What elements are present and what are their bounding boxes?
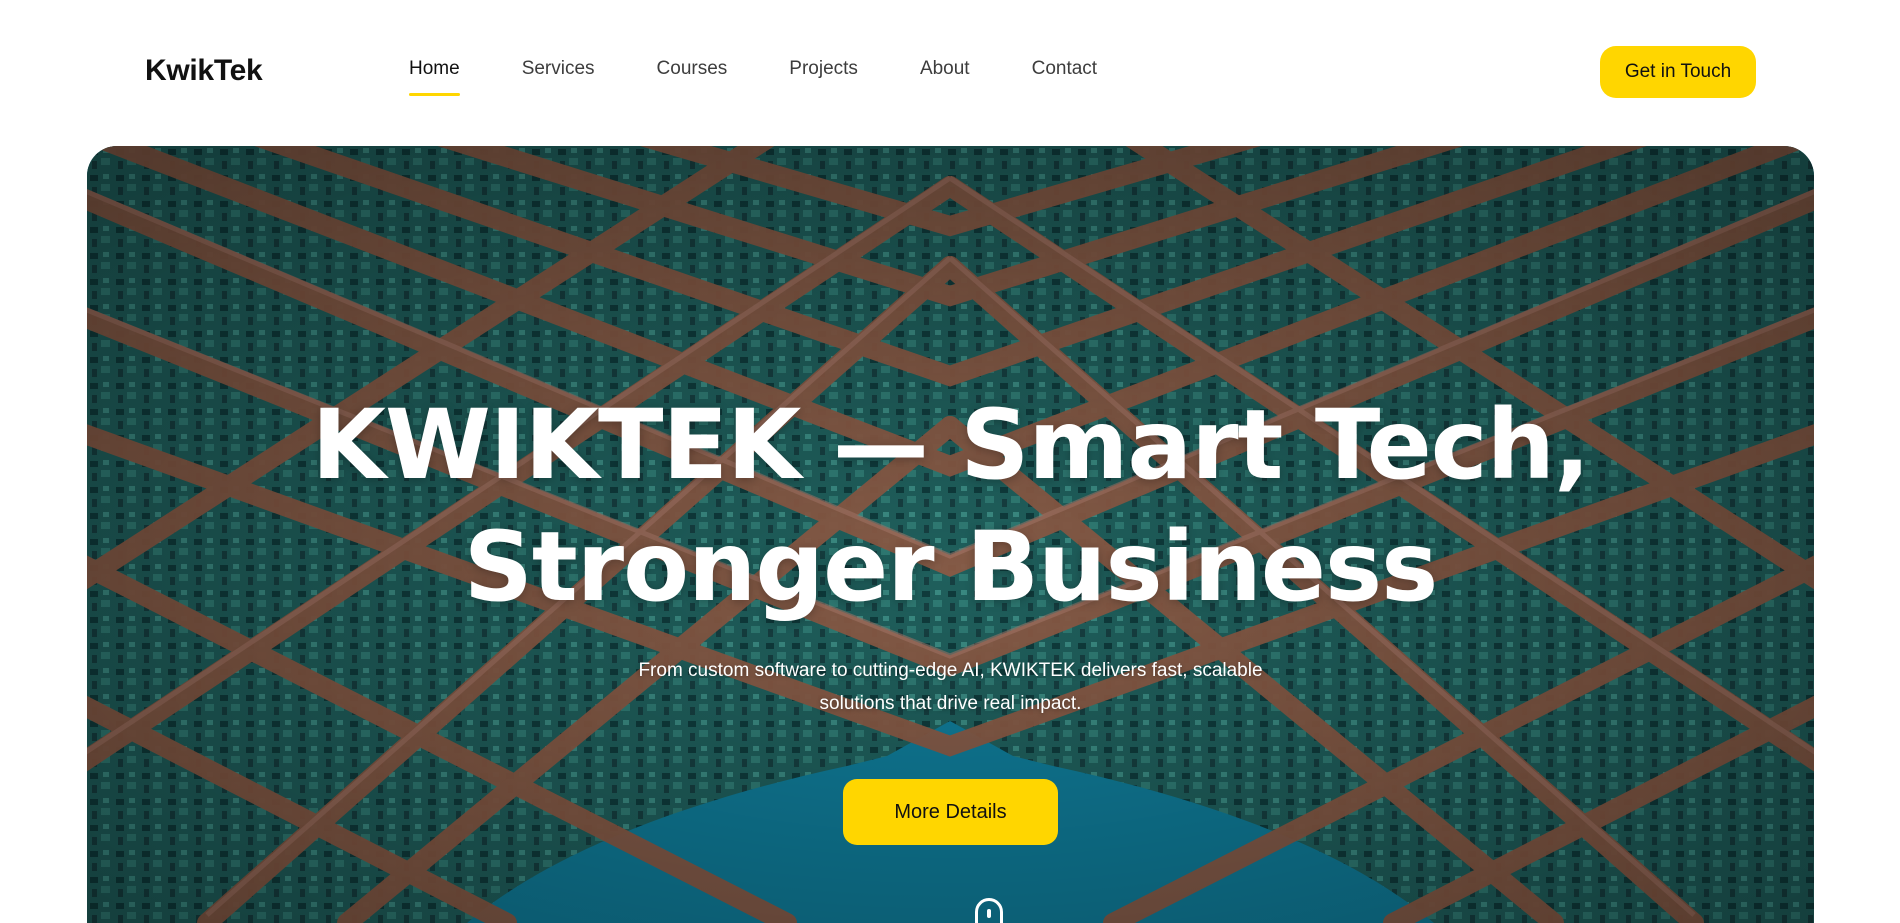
nav-item-courses[interactable]: Courses — [657, 58, 728, 96]
nav-item-services[interactable]: Services — [522, 58, 595, 96]
nav-item-home[interactable]: Home — [409, 58, 460, 96]
hero-subtitle-line1: From custom software to cutting-edge AI,… — [638, 660, 1263, 681]
hero-subtitle-line2: solutions that drive real impact. — [819, 693, 1082, 714]
hero-section: KWIKTEK — Smart Tech, Stronger Business … — [87, 146, 1814, 923]
get-in-touch-button[interactable]: Get in Touch — [1600, 46, 1756, 98]
nav-item-about[interactable]: About — [920, 58, 970, 96]
nav-item-contact[interactable]: Contact — [1032, 58, 1097, 96]
mouse-scroll-icon[interactable] — [975, 898, 1003, 923]
nav-item-projects[interactable]: Projects — [789, 58, 858, 96]
brand-logo[interactable]: KwikTek — [145, 54, 263, 88]
more-details-button[interactable]: More Details — [843, 779, 1058, 845]
hero-title-line2: Stronger Business — [463, 511, 1439, 623]
hero-title: KWIKTEK — Smart Tech, Stronger Business — [87, 384, 1814, 628]
main-nav: Home Services Courses Projects About Con… — [409, 58, 1159, 96]
site-header: KwikTek Home Services Courses Projects A… — [0, 0, 1900, 146]
hero-subtitle: From custom software to cutting-edge AI,… — [87, 654, 1814, 720]
hero-title-line1: KWIKTEK — Smart Tech, — [311, 389, 1591, 501]
